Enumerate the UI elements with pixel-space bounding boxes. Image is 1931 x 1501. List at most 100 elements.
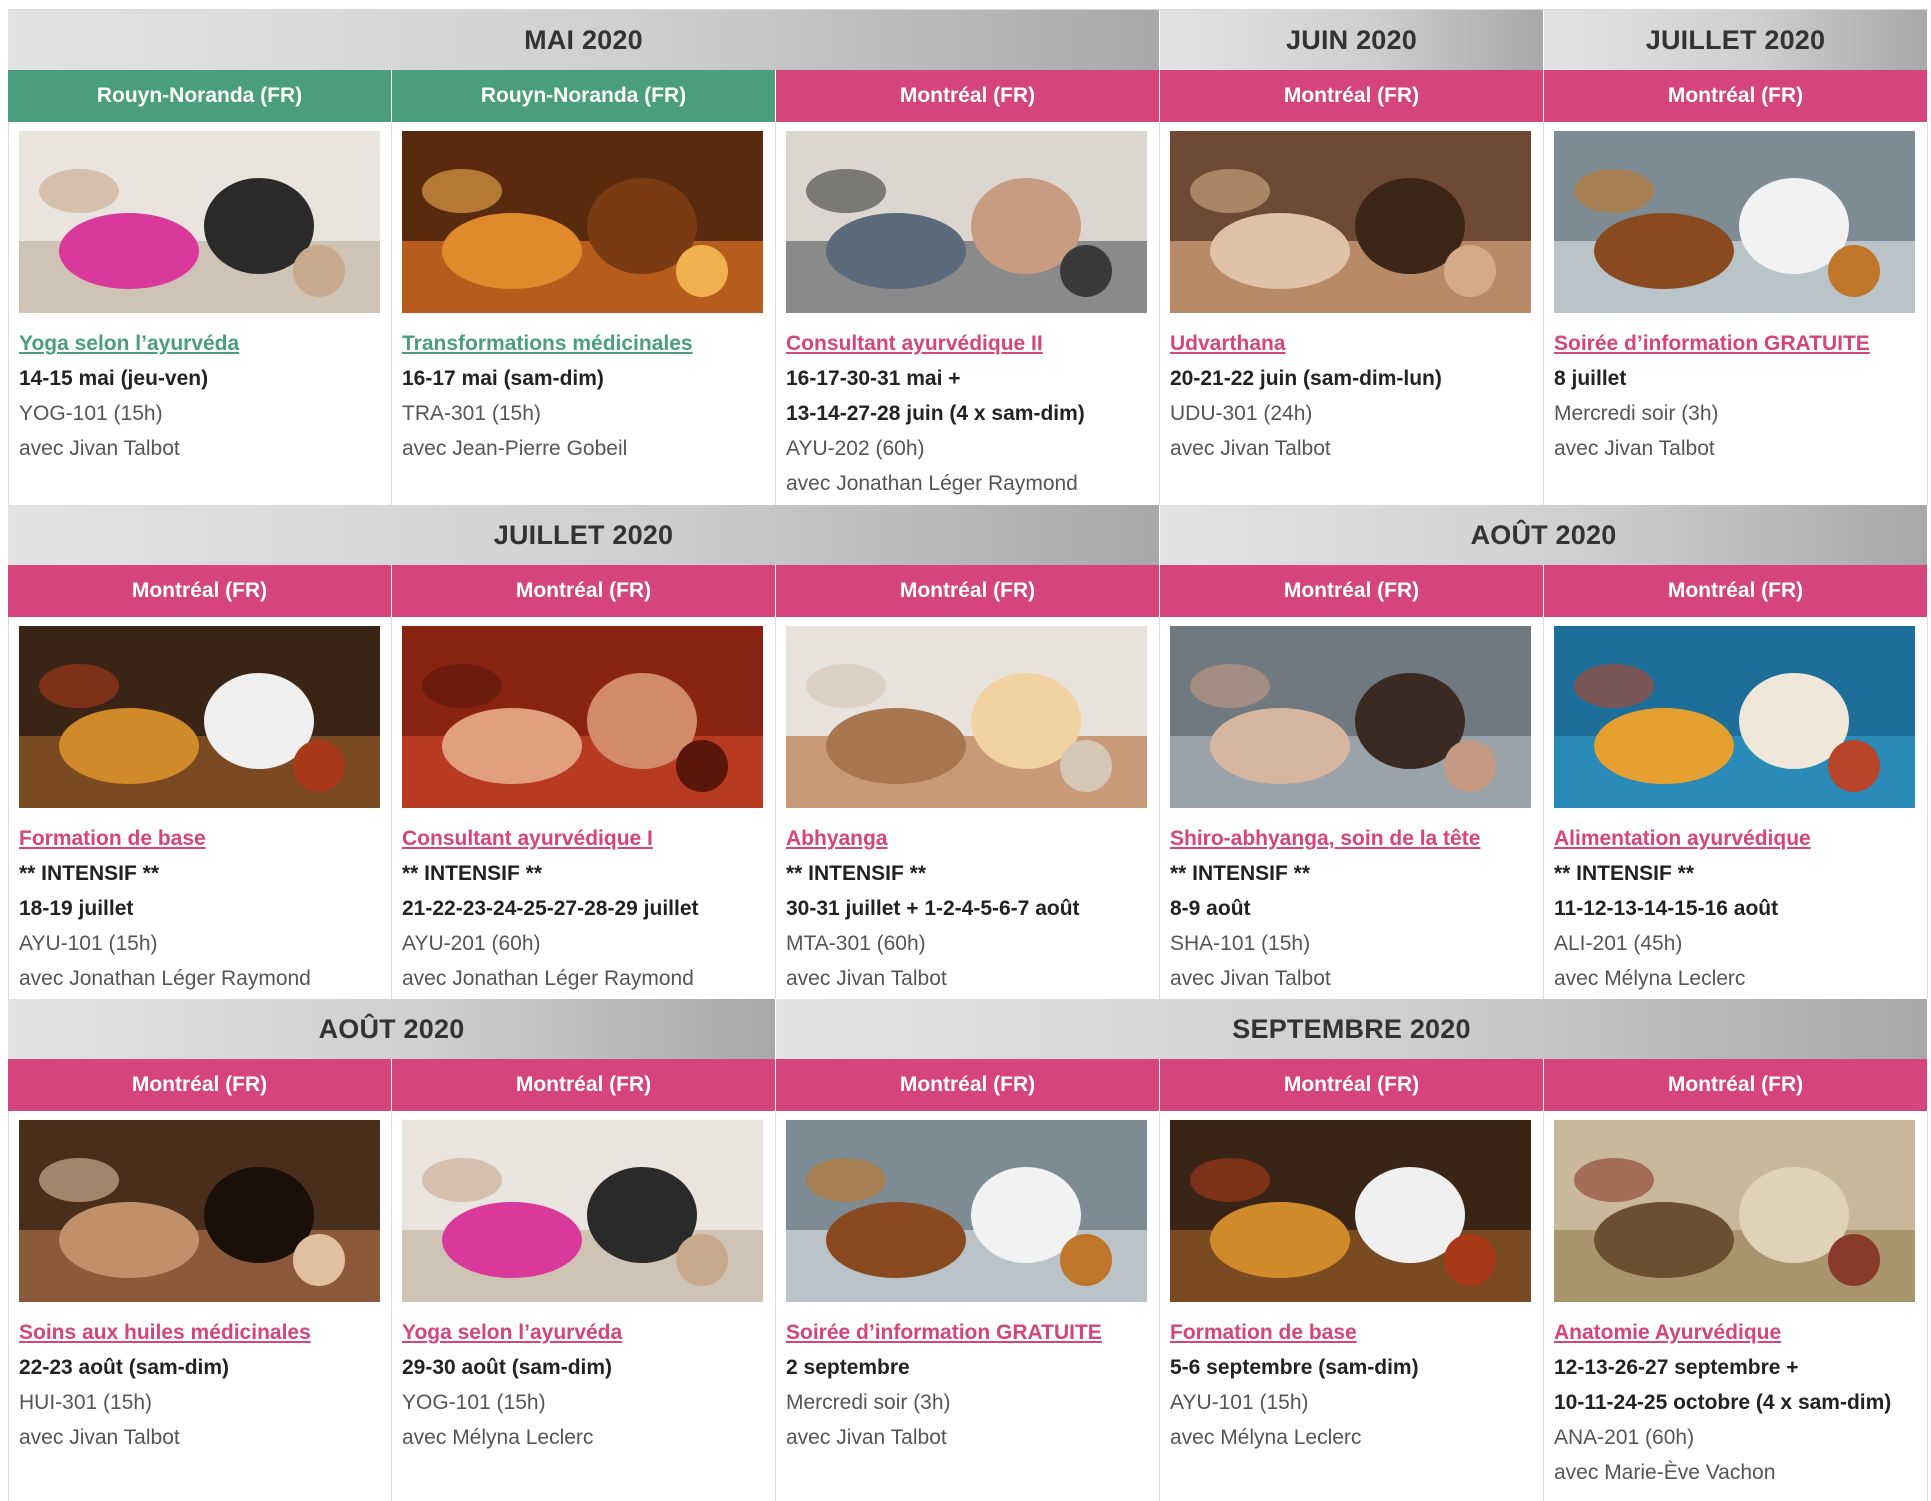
course-title-link[interactable]: Consultant ayurvédique I — [402, 822, 765, 856]
course-dates: ** INTENSIF ** — [19, 862, 160, 885]
yoga-stretching-photo[interactable] — [19, 131, 380, 313]
location-label: Montréal (FR) — [776, 70, 1160, 122]
course-title-link[interactable]: Udvarthana — [1170, 327, 1533, 361]
course-dates: 8-9 août — [1170, 897, 1251, 920]
course-detail: UDU-301 (24h) — [1170, 402, 1313, 425]
location-label: Montréal (FR) — [8, 565, 392, 617]
head-massage-photo[interactable] — [1170, 626, 1531, 808]
course-title-link[interactable]: Soirée d’information GRATUITE — [1554, 327, 1917, 361]
course-card: Alimentation ayurvédique ** INTENSIF ** 11… — [1544, 617, 1928, 999]
course-title-link[interactable]: Soirée d’information GRATUITE — [786, 1316, 1149, 1350]
course-dates: 10-11-24-25 octobre (4 x sam-dim) — [1554, 1391, 1892, 1414]
course-title-link[interactable]: Yoga selon l’ayurvéda — [402, 1316, 765, 1350]
herbal-tea-spices-photo[interactable] — [402, 131, 763, 313]
course-card: Yoga selon l’ayurvéda 29-30 août (sam-dim… — [392, 1111, 776, 1501]
course-title-link[interactable]: Shiro-abhyanga, soin de la tête — [1170, 822, 1533, 856]
spices-mortar-photo[interactable] — [786, 1120, 1147, 1302]
location-label: Rouyn-Noranda (FR) — [392, 70, 776, 122]
consultation-photo[interactable] — [786, 131, 1147, 313]
anatomy-manuscript-photo[interactable] — [1554, 1120, 1915, 1302]
course-card: Consultant ayurvédique I ** INTENSIF ** 21… — [392, 617, 776, 999]
course-detail: avec Mélyna Leclerc — [1170, 1426, 1362, 1449]
month-header: JUILLET 2020 — [1544, 10, 1928, 70]
course-detail: AYU-101 (15h) — [19, 932, 158, 955]
location-label: Rouyn-Noranda (FR) — [8, 70, 392, 122]
course-dates: 20-21-22 juin (sam-dim-lun) — [1170, 367, 1442, 390]
course-card: Formation de base 5-6 septembre (sam-dim)… — [1160, 1111, 1544, 1501]
course-detail: avec Jivan Talbot — [19, 437, 180, 460]
course-card: Abhyanga ** INTENSIF ** 30-31 juillet + 1-… — [776, 617, 1160, 999]
course-dates: 14-15 mai (jeu-ven) — [19, 367, 209, 390]
location-label: Montréal (FR) — [392, 565, 776, 617]
course-detail: AYU-101 (15h) — [1170, 1391, 1309, 1414]
course-dates: 16-17 mai (sam-dim) — [402, 367, 604, 390]
spices-mortar-photo[interactable] — [1554, 131, 1915, 313]
course-dates: 5-6 septembre (sam-dim) — [1170, 1356, 1419, 1379]
course-detail: avec Jivan Talbot — [786, 967, 947, 990]
course-detail: HUI-301 (15h) — [19, 1391, 153, 1414]
location-label: Montréal (FR) — [1160, 70, 1544, 122]
course-detail: Mercredi soir (3h) — [1554, 402, 1719, 425]
course-detail: TRA-301 (15h) — [402, 402, 541, 425]
course-title-link[interactable]: Alimentation ayurvédique — [1554, 822, 1917, 856]
course-card: Soirée d’information GRATUITE 2 septembre… — [776, 1111, 1160, 1501]
month-header: AOÛT 2020 — [8, 999, 776, 1059]
course-title-link[interactable]: Formation de base — [1170, 1316, 1533, 1350]
course-dates: ** INTENSIF ** — [786, 862, 927, 885]
location-label: Montréal (FR) — [776, 565, 1160, 617]
course-detail: avec Jonathan Léger Raymond — [786, 472, 1078, 495]
course-detail: avec Jean-Pierre Gobeil — [402, 437, 628, 460]
back-scrub-massage-photo[interactable] — [1170, 131, 1531, 313]
course-title-link[interactable]: Consultant ayurvédique II — [786, 327, 1149, 361]
course-card: Transformations médicinales 16-17 mai (sa… — [392, 122, 776, 505]
location-label: Montréal (FR) — [1160, 565, 1544, 617]
location-label: Montréal (FR) — [1160, 1059, 1544, 1111]
course-dates: 8 juillet — [1554, 367, 1627, 390]
course-detail: YOG-101 (15h) — [19, 402, 163, 425]
oil-pouring-photo[interactable] — [19, 1120, 380, 1302]
course-card: Consultant ayurvédique II 16-17-30-31 mai… — [776, 122, 1160, 505]
location-label: Montréal (FR) — [392, 1059, 776, 1111]
course-dates: 11-12-13-14-15-16 août — [1554, 897, 1779, 920]
spice-bowls-photo[interactable] — [19, 626, 380, 808]
course-title-link[interactable]: Transformations médicinales — [402, 327, 765, 361]
course-detail: avec Jivan Talbot — [1170, 967, 1331, 990]
course-title-link[interactable]: Anatomie Ayurvédique — [1554, 1316, 1917, 1350]
course-detail: SHA-101 (15h) — [1170, 932, 1311, 955]
course-dates: 2 septembre — [786, 1356, 910, 1379]
course-title-link[interactable]: Soins aux huiles médicinales — [19, 1316, 381, 1350]
course-detail: avec Jonathan Léger Raymond — [402, 967, 694, 990]
course-detail: avec Jivan Talbot — [786, 1426, 947, 1449]
course-dates: ** INTENSIF ** — [1170, 862, 1311, 885]
course-dates: 13-14-27-28 juin (4 x sam-dim) — [786, 402, 1085, 425]
location-label: Montréal (FR) — [1544, 70, 1928, 122]
course-dates: 30-31 juillet + 1-2-4-5-6-7 août — [786, 897, 1080, 920]
course-card: Formation de base ** INTENSIF ** 18-19 jui… — [8, 617, 392, 999]
course-dates: 18-19 juillet — [19, 897, 134, 920]
location-label: Montréal (FR) — [1544, 565, 1928, 617]
yoga-stretching-photo[interactable] — [402, 1120, 763, 1302]
course-dates: 16-17-30-31 mai + — [786, 367, 961, 390]
spice-bowls-photo[interactable] — [1170, 1120, 1531, 1302]
back-massage-photo[interactable] — [786, 626, 1147, 808]
spices-blue-table-photo[interactable] — [1554, 626, 1915, 808]
location-label: Montréal (FR) — [1544, 1059, 1928, 1111]
course-detail: avec Jonathan Léger Raymond — [19, 967, 311, 990]
course-detail: MTA-301 (60h) — [786, 932, 926, 955]
course-detail: avec Mélyna Leclerc — [402, 1426, 594, 1449]
course-title-link[interactable]: Formation de base — [19, 822, 381, 856]
course-detail: avec Jivan Talbot — [1170, 437, 1331, 460]
month-header: MAI 2020 — [8, 10, 1160, 70]
pulse-reading-photo[interactable] — [402, 626, 763, 808]
course-dates: ** INTENSIF ** — [402, 862, 543, 885]
month-header: AOÛT 2020 — [1160, 505, 1928, 565]
course-title-link[interactable]: Abhyanga — [786, 822, 1149, 856]
course-detail: avec Marie-Ève Vachon — [1554, 1461, 1776, 1484]
course-card: Udvarthana 20-21-22 juin (sam-dim-lun) UDU… — [1160, 122, 1544, 505]
course-title-link[interactable]: Yoga selon l’ayurvéda — [19, 327, 381, 361]
course-detail: avec Jivan Talbot — [1554, 437, 1715, 460]
course-detail: ALI-201 (45h) — [1554, 932, 1683, 955]
course-detail: AYU-202 (60h) — [786, 437, 925, 460]
course-detail: YOG-101 (15h) — [402, 1391, 546, 1414]
course-detail: avec Mélyna Leclerc — [1554, 967, 1746, 990]
